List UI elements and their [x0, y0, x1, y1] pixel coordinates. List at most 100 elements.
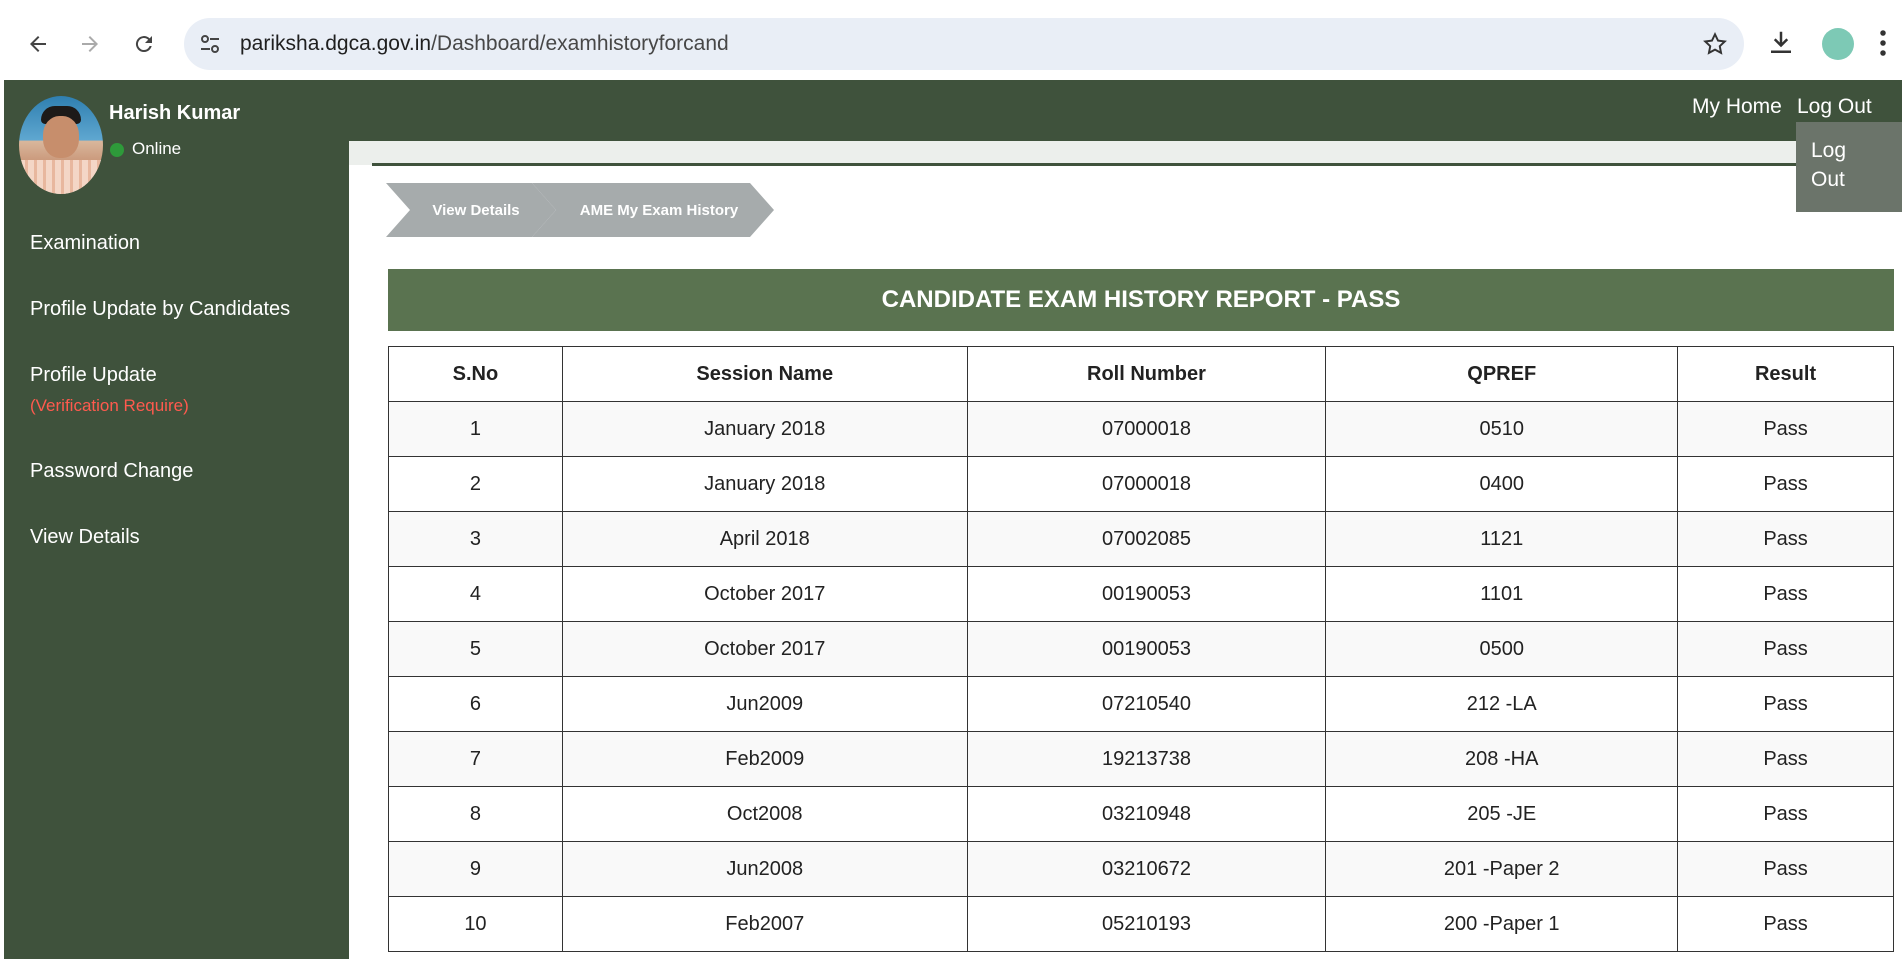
table-cell: Oct2008	[561, 786, 968, 842]
table-cell: 1121	[1325, 511, 1679, 567]
avatar	[19, 96, 103, 194]
table-cell: 07210540	[966, 676, 1327, 732]
site-info-icon[interactable]	[198, 32, 222, 56]
sidebar-item-view-details[interactable]: View Details	[30, 526, 140, 549]
url-text[interactable]: pariksha.dgca.gov.in/Dashboard/examhisto…	[240, 32, 729, 56]
log-out-link[interactable]: Log Out	[1797, 95, 1872, 119]
table-cell: 00190053	[966, 621, 1327, 677]
table-cell: Pass	[1677, 566, 1894, 622]
table-cell: Feb2007	[561, 896, 968, 952]
content-top-strip	[349, 141, 1902, 165]
dropdown-log-out-line2: Out	[1811, 168, 1845, 191]
table-cell: Pass	[1677, 841, 1894, 897]
table-cell: 0510	[1325, 401, 1679, 457]
online-status-text: Online	[132, 139, 182, 158]
table-cell: 03210948	[966, 786, 1327, 842]
my-home-link[interactable]: My Home	[1692, 95, 1782, 119]
table-cell: Pass	[1677, 676, 1894, 732]
browser-toolbar: pariksha.dgca.gov.in/Dashboard/examhisto…	[0, 0, 1902, 80]
table-cell: 07002085	[966, 511, 1327, 567]
back-icon[interactable]	[20, 26, 56, 62]
table-cell: 0500	[1325, 621, 1679, 677]
exam-history-table: S.No Session Name Roll Number QPREF Resu…	[388, 346, 1894, 952]
column-header: Roll Number	[966, 346, 1327, 402]
table-row: 10 Feb2007 05210193 200 -Paper 1 Pass	[388, 896, 1894, 952]
table-cell: 9	[388, 841, 563, 897]
logout-dropdown[interactable]: Log Out	[1796, 122, 1902, 212]
table-row: 9 Jun2008 03210672 201 -Paper 2 Pass	[388, 841, 1894, 897]
column-header: Session Name	[561, 346, 968, 402]
table-cell: Pass	[1677, 456, 1894, 512]
sidebar-item-examination[interactable]: Examination	[30, 232, 140, 255]
verification-require-note: (Verification Require)	[30, 396, 189, 415]
sidebar-item-password-change[interactable]: Password Change	[30, 460, 193, 483]
table-cell: 212 -LA	[1325, 676, 1679, 732]
table-cell: October 2017	[561, 566, 968, 622]
table-cell: 7	[388, 731, 563, 787]
table-cell: 1101	[1325, 566, 1679, 622]
table-cell: Pass	[1677, 401, 1894, 457]
address-bar[interactable]: pariksha.dgca.gov.in/Dashboard/examhisto…	[184, 18, 1744, 70]
table-row: 8 Oct2008 03210948 205 -JE Pass	[388, 786, 1894, 842]
table-body: 1 January 2018 07000018 0510 Pass 2 January 20…	[388, 401, 1894, 952]
table-cell: January 2018	[561, 456, 968, 512]
table-cell: 8	[388, 786, 563, 842]
table-cell: 208 -HA	[1325, 731, 1679, 787]
table-row: 6 Jun2009 07210540 212 -LA Pass	[388, 676, 1894, 732]
more-menu-icon[interactable]	[1876, 28, 1890, 58]
table-cell: 07000018	[966, 401, 1327, 457]
url-path: /Dashboard/examhistoryforcand	[431, 32, 729, 55]
column-header: QPREF	[1325, 346, 1679, 402]
table-cell: Pass	[1677, 731, 1894, 787]
dropdown-log-out-line1: Log	[1811, 139, 1847, 162]
table-row: 2 January 2018 07000018 0400 Pass	[388, 456, 1894, 512]
bookmark-star-icon[interactable]	[1702, 31, 1728, 57]
report-title: CANDIDATE EXAM HISTORY REPORT - PASS	[388, 269, 1894, 331]
table-cell: 4	[388, 566, 563, 622]
table-cell: October 2017	[561, 621, 968, 677]
table-cell: 0400	[1325, 456, 1679, 512]
sidebar: Harish Kumar Online Examination Profile …	[4, 80, 349, 959]
table-cell: 03210672	[966, 841, 1327, 897]
forward-icon[interactable]	[72, 26, 108, 62]
online-status-icon	[110, 143, 124, 157]
table-cell: Pass	[1677, 896, 1894, 952]
table-header-row: S.No Session Name Roll Number QPREF Resu…	[388, 346, 1894, 402]
table-cell: Feb2009	[561, 731, 968, 787]
table-cell: Pass	[1677, 511, 1894, 567]
user-name: Harish Kumar	[109, 102, 241, 124]
table-cell: 05210193	[966, 896, 1327, 952]
table-cell: 201 -Paper 2	[1325, 841, 1679, 897]
reload-icon[interactable]	[126, 26, 162, 62]
table-row: 4 October 2017 00190053 1101 Pass	[388, 566, 1894, 622]
table-cell: 07000018	[966, 456, 1327, 512]
table-cell: April 2018	[561, 511, 968, 567]
table-cell: 200 -Paper 1	[1325, 896, 1679, 952]
table-cell: Pass	[1677, 621, 1894, 677]
table-cell: Jun2009	[561, 676, 968, 732]
table-cell: 2	[388, 456, 563, 512]
table-row: 1 January 2018 07000018 0510 Pass	[388, 401, 1894, 457]
extension-icon[interactable]	[1822, 28, 1854, 60]
table-cell: Jun2008	[561, 841, 968, 897]
table-row: 7 Feb2009 19213738 208 -HA Pass	[388, 731, 1894, 787]
table-cell: 3	[388, 511, 563, 567]
sidebar-item-profile-update[interactable]: Profile Update	[30, 364, 157, 387]
breadcrumb-ame-my-exam-history[interactable]: AME My Exam History	[532, 183, 774, 237]
table-cell: 1	[388, 401, 563, 457]
table-cell: Pass	[1677, 786, 1894, 842]
table-cell: January 2018	[561, 401, 968, 457]
table-cell: 5	[388, 621, 563, 677]
download-icon[interactable]	[1766, 28, 1796, 58]
table-row: 5 October 2017 00190053 0500 Pass	[388, 621, 1894, 677]
breadcrumb-view-details[interactable]: View Details	[386, 183, 556, 237]
url-domain: pariksha.dgca.gov.in	[240, 32, 432, 55]
table-cell: 00190053	[966, 566, 1327, 622]
table-cell: 19213738	[966, 731, 1327, 787]
sidebar-item-profile-update-by-candidates[interactable]: Profile Update by Candidates	[30, 298, 290, 321]
table-cell: 6	[388, 676, 563, 732]
column-header: S.No	[388, 346, 563, 402]
table-row: 3 April 2018 07002085 1121 Pass	[388, 511, 1894, 567]
table-cell: 205 -JE	[1325, 786, 1679, 842]
column-header: Result	[1677, 346, 1894, 402]
